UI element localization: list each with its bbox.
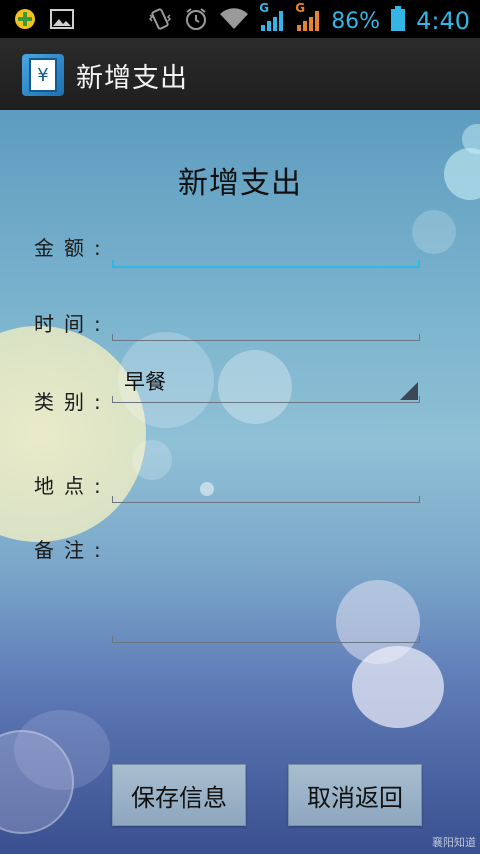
- time-input[interactable]: [112, 304, 420, 341]
- dropdown-arrow-icon: [400, 382, 418, 400]
- amount-label: 金额:: [34, 236, 111, 260]
- watermark: 襄阳知道: [432, 836, 476, 849]
- place-input[interactable]: [112, 466, 420, 503]
- time-label: 时间:: [34, 312, 111, 336]
- vibrate-icon: [147, 6, 173, 36]
- background-bokeh: [352, 646, 444, 728]
- amount-input[interactable]: [112, 230, 420, 268]
- place-label: 地点:: [34, 474, 111, 498]
- network-type-label: G: [295, 1, 306, 15]
- clock: 4:40: [416, 7, 470, 35]
- note-input[interactable]: [112, 530, 420, 643]
- app-icon[interactable]: ¥: [22, 54, 64, 96]
- action-bar-title: 新增支出: [76, 63, 188, 94]
- background-bokeh: [0, 326, 146, 542]
- save-button[interactable]: 保存信息: [112, 764, 246, 826]
- form-container: 新增支出 金额: 时间: 类别: 早餐 地点: 备注: 保存信息 取消返回 襄阳…: [0, 110, 480, 854]
- note-label: 备注:: [34, 538, 111, 562]
- action-bar: ¥ 新增支出: [0, 38, 480, 112]
- status-bar: G G 86% 4:40: [0, 0, 480, 38]
- category-label: 类别:: [34, 390, 111, 414]
- signal-icon-1: G: [259, 1, 285, 37]
- category-selected-value: 早餐: [124, 370, 166, 394]
- image-notification-icon: [50, 9, 74, 33]
- background-bokeh: [462, 124, 480, 154]
- background-bokeh: [14, 710, 110, 790]
- signal-icon-2: G: [295, 1, 321, 37]
- notification-app-icon: [14, 8, 36, 34]
- background-bokeh: [0, 730, 74, 834]
- yen-icon: ¥: [29, 58, 57, 92]
- form-title: 新增支出: [178, 166, 302, 201]
- alarm-icon: [183, 6, 209, 36]
- network-type-label: G: [259, 1, 270, 15]
- wifi-icon: [219, 7, 249, 35]
- cancel-button[interactable]: 取消返回: [288, 764, 422, 826]
- battery-percent: 86%: [331, 8, 381, 34]
- battery-icon: [390, 6, 406, 36]
